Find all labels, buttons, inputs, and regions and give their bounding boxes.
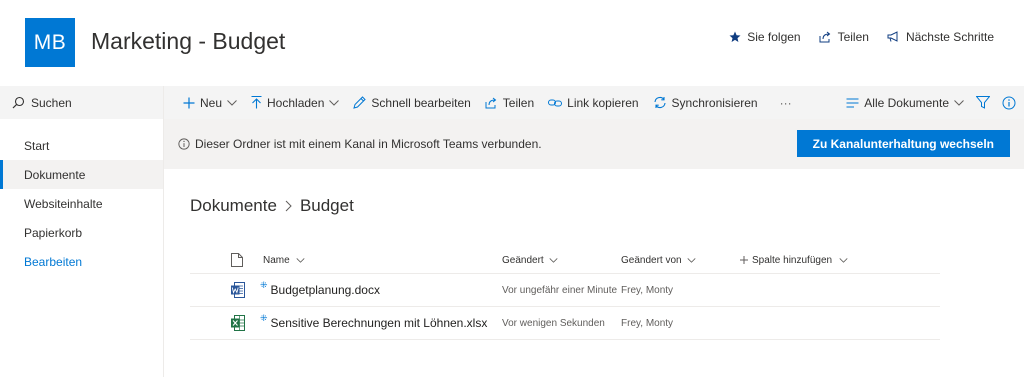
next-steps-button[interactable]: Nächste Schritte: [887, 30, 994, 44]
column-name-label: Name: [263, 254, 290, 266]
upload-label: Hochladen: [267, 95, 325, 110]
quick-edit-button[interactable]: Schnell bearbeiten: [346, 86, 477, 119]
breadcrumb-root[interactable]: Dokumente: [190, 196, 277, 216]
document-list: Name Geändert Geändert von Spalte hinzuf…: [190, 247, 940, 340]
table-row[interactable]: ⁜ Sensitive Berechnungen mit Löhnen.xlsx…: [190, 307, 940, 340]
new-file-sparkle-icon: ⁜: [260, 312, 268, 323]
header-actions: Sie folgen Teilen Nächste Schritte: [729, 30, 994, 44]
column-header-modified-by[interactable]: Geändert von: [621, 255, 740, 266]
share-icon: [819, 31, 832, 43]
excel-icon: [231, 315, 245, 331]
sync-button[interactable]: Synchronisieren: [646, 86, 765, 119]
info-message: Dieser Ordner ist mit einem Kanal in Mic…: [195, 137, 542, 151]
sync-label: Synchronisieren: [671, 95, 758, 110]
chevron-down-icon: [687, 257, 696, 263]
file-name[interactable]: Budgetplanung.docx: [271, 283, 380, 297]
add-column-button[interactable]: Spalte hinzufügen: [740, 255, 900, 266]
chevron-down-icon: [227, 99, 237, 106]
modified-by-cell: Frey, Monty: [621, 317, 674, 329]
follow-button[interactable]: Sie folgen: [729, 30, 801, 44]
file-type-header[interactable]: [190, 253, 263, 267]
chevron-down-icon: [329, 99, 340, 106]
follow-label: Sie folgen: [747, 30, 801, 44]
more-label: ···: [779, 95, 792, 110]
command-bar-right: Alle Dokumente: [846, 86, 1016, 119]
command-bar: Neu Hochladen Schnell bearbeiten Teilen …: [164, 86, 1024, 119]
chevron-down-icon: [296, 257, 305, 263]
nav-item-start[interactable]: Start: [0, 131, 163, 160]
chevron-right-icon: [285, 200, 292, 212]
filter-icon[interactable]: [976, 96, 990, 109]
new-label: Neu: [200, 95, 223, 110]
nav-item-documents[interactable]: Dokumente: [0, 160, 163, 189]
plus-icon: [183, 97, 195, 109]
teams-info-bar: Dieser Ordner ist mit einem Kanal in Mic…: [164, 119, 1024, 169]
breadcrumb: Dokumente Budget: [190, 196, 354, 216]
share-site-label: Teilen: [837, 30, 869, 44]
next-steps-label: Nächste Schritte: [905, 30, 994, 44]
copy-link-button[interactable]: Link kopieren: [541, 86, 645, 119]
new-button[interactable]: Neu: [164, 86, 244, 119]
search-box[interactable]: Suchen: [0, 86, 163, 119]
left-navigation: Suchen Start Dokumente Websiteinhalte Pa…: [0, 86, 164, 377]
new-file-sparkle-icon: ⁜: [260, 279, 268, 290]
column-modified-by-label: Geändert von: [621, 254, 682, 266]
breadcrumb-current[interactable]: Budget: [300, 196, 354, 216]
search-icon: [12, 96, 25, 109]
list-view-icon: [846, 98, 859, 108]
site-header: MB Marketing - Budget Sie folgen Teilen …: [0, 0, 1024, 86]
info-circle-icon: [178, 138, 190, 150]
document-icon: [231, 253, 243, 267]
column-header-name[interactable]: Name: [263, 255, 502, 266]
chevron-down-icon: [954, 99, 964, 106]
nav-edit-link[interactable]: Bearbeiten: [0, 247, 163, 276]
share-site-button[interactable]: Teilen: [819, 30, 869, 44]
modified-by-cell: Frey, Monty: [621, 284, 674, 296]
chevron-down-icon: [839, 257, 848, 263]
modified-cell: Vor wenigen Sekunden: [502, 317, 605, 329]
view-label: Alle Dokumente: [864, 95, 949, 110]
upload-button[interactable]: Hochladen: [244, 86, 346, 119]
nav-item-site-contents[interactable]: Websiteinhalte: [0, 189, 163, 218]
file-name[interactable]: Sensitive Berechnungen mit Löhnen.xlsx: [271, 316, 488, 330]
add-column-label: Spalte hinzufügen: [752, 254, 833, 266]
nav-item-recycle-bin[interactable]: Papierkorb: [0, 218, 163, 247]
megaphone-icon: [887, 31, 900, 43]
share-icon: [485, 97, 498, 109]
copy-link-label: Link kopieren: [567, 95, 639, 110]
nav-list: Start Dokumente Websiteinhalte Papierkor…: [0, 131, 163, 276]
link-icon: [548, 98, 563, 108]
more-button[interactable]: ···: [765, 86, 799, 119]
column-modified-label: Geändert: [502, 254, 544, 266]
share-button[interactable]: Teilen: [478, 86, 541, 119]
plus-icon: [740, 256, 748, 264]
search-label: Suchen: [31, 95, 72, 110]
site-logo[interactable]: MB: [25, 18, 75, 67]
view-selector[interactable]: Alle Dokumente: [846, 86, 964, 119]
column-header-modified[interactable]: Geändert: [502, 255, 621, 266]
table-header: Name Geändert Geändert von Spalte hinzuf…: [190, 247, 940, 274]
table-row[interactable]: ⁜ Budgetplanung.docx Vor ungefähr einer …: [190, 274, 940, 307]
chevron-down-icon: [549, 257, 559, 263]
word-icon: [231, 282, 245, 298]
modified-cell: Vor ungefähr einer Minute: [502, 284, 618, 296]
pencil-icon: [353, 96, 367, 109]
upload-arrow-icon: [251, 96, 262, 109]
share-label: Teilen: [502, 95, 535, 110]
star-icon: [729, 31, 741, 43]
info-icon[interactable]: [1002, 96, 1016, 110]
sync-icon: [653, 96, 667, 109]
switch-to-channel-button[interactable]: Zu Kanalunterhaltung wechseln: [796, 130, 1010, 157]
site-title[interactable]: Marketing - Budget: [91, 28, 285, 55]
quick-edit-label: Schnell bearbeiten: [371, 95, 471, 110]
